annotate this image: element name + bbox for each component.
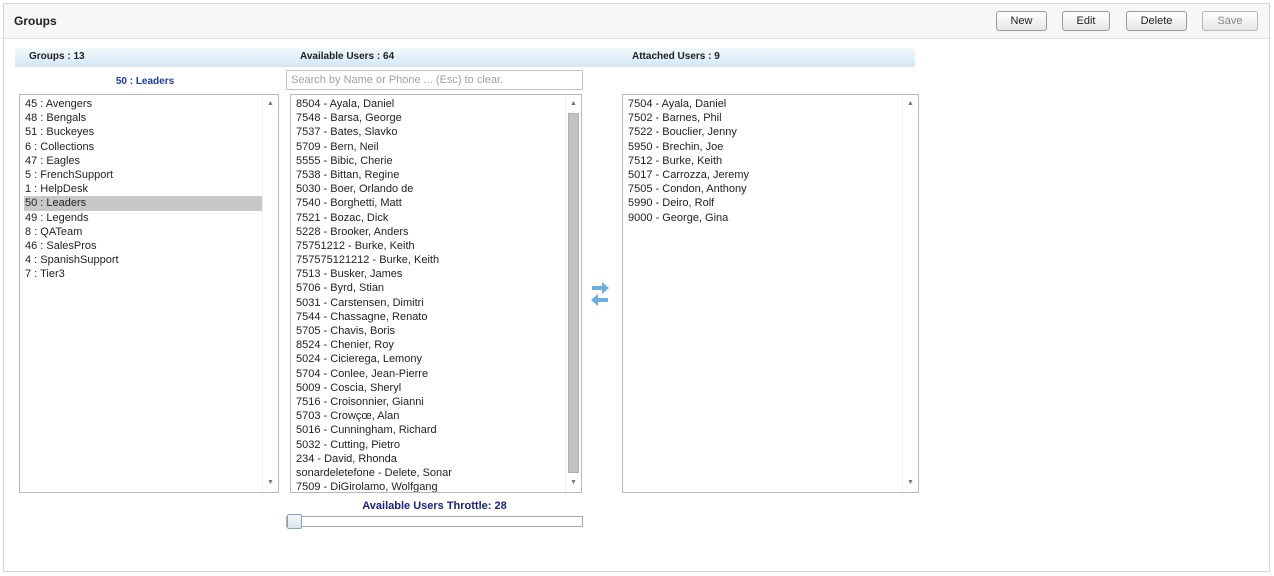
list-item[interactable]: 7502 - Barnes, Phil xyxy=(627,111,902,125)
groups-header-label: Groups xyxy=(29,51,65,62)
list-item[interactable]: 8524 - Chenier, Roy xyxy=(295,338,565,352)
list-item[interactable]: 7521 - Bozac, Dick xyxy=(295,211,565,225)
save-button[interactable]: Save xyxy=(1202,11,1258,31)
list-item[interactable]: 5555 - Bibic, Cherie xyxy=(295,154,565,168)
list-item[interactable]: 1 : HelpDesk xyxy=(24,182,262,196)
list-item[interactable]: 5704 - Conlee, Jean-Pierre xyxy=(295,367,565,381)
list-item[interactable]: sonardeletefone - Delete, Sonar xyxy=(295,466,565,480)
list-item[interactable]: 5703 - Crowçœ, Alan xyxy=(295,409,565,423)
list-item[interactable]: 7 : Tier3 xyxy=(24,267,262,281)
groups-list[interactable]: 45 : Avengers 48 : Bengals 51 : Buckeyes 6 … xyxy=(19,94,279,493)
list-item[interactable]: 234 - David, Rhonda xyxy=(295,452,565,466)
list-item[interactable]: 5990 - Deiro, Rolf xyxy=(627,196,902,210)
scroll-down-icon[interactable]: ▼ xyxy=(263,476,278,490)
page-title: Groups xyxy=(14,14,57,28)
available-users-scrollbar[interactable]: ▲ ▼ xyxy=(565,95,581,492)
groups-header: Groups : 13 xyxy=(29,51,85,62)
list-item[interactable]: 7504 - Ayala, Daniel xyxy=(627,97,902,111)
new-button[interactable]: New xyxy=(996,11,1047,31)
title-bar: Groups New Edit Delete Save xyxy=(4,4,1269,39)
list-item[interactable]: 5031 - Carstensen, Dimitri xyxy=(295,296,565,310)
groups-scrollbar[interactable]: ▲ ▼ xyxy=(262,95,278,492)
edit-button[interactable]: Edit xyxy=(1062,11,1110,31)
available-users-header-label: Available Users xyxy=(300,51,375,62)
list-item[interactable]: 5017 - Carrozza, Jeremy xyxy=(627,168,902,182)
throttle-slider[interactable] xyxy=(286,514,583,529)
scroll-up-icon[interactable]: ▲ xyxy=(903,97,918,111)
list-item[interactable]: 51 : Buckeyes xyxy=(24,125,262,139)
list-item[interactable]: 5705 - Chavis, Boris xyxy=(295,324,565,338)
list-item[interactable]: 49 : Legends xyxy=(24,211,262,225)
list-item[interactable]: 8 : QATeam xyxy=(24,225,262,239)
list-item[interactable]: 5032 - Cutting, Pietro xyxy=(295,438,565,452)
list-item[interactable]: 4 : SpanishSupport xyxy=(24,253,262,267)
throttle-label: Available Users Throttle: 28 xyxy=(362,500,507,512)
list-item[interactable]: 5030 - Boer, Orlando de xyxy=(295,182,565,196)
list-item[interactable]: 8504 - Ayala, Daniel xyxy=(295,97,565,111)
search-input[interactable] xyxy=(286,70,583,90)
list-item[interactable]: 47 : Eagles xyxy=(24,154,262,168)
list-item[interactable]: 9000 - George, Gina xyxy=(627,211,902,225)
list-item[interactable]: 5950 - Brechin, Joe xyxy=(627,140,902,154)
list-item[interactable]: 75751212 - Burke, Keith xyxy=(295,239,565,253)
list-item[interactable]: 5709 - Bern, Neil xyxy=(295,140,565,154)
attached-users-list[interactable]: 7504 - Ayala, Daniel 7502 - Barnes, Phil 7… xyxy=(622,94,919,493)
available-users-list[interactable]: 8504 - Ayala, Daniel 7548 - Barsa, George… xyxy=(290,94,582,493)
available-users-list-items: 8504 - Ayala, Daniel 7548 - Barsa, George… xyxy=(295,97,565,492)
attached-users-scrollbar[interactable]: ▲ ▼ xyxy=(902,95,918,492)
list-item[interactable]: 7538 - Bittan, Regine xyxy=(295,168,565,182)
attached-users-list-items: 7504 - Ayala, Daniel 7502 - Barnes, Phil 7… xyxy=(627,97,902,225)
scroll-up-icon[interactable]: ▲ xyxy=(566,97,581,111)
list-item[interactable]: 7505 - Condon, Anthony xyxy=(627,182,902,196)
list-item[interactable]: 5228 - Brooker, Anders xyxy=(295,225,565,239)
list-item[interactable]: 5016 - Cunningham, Richard xyxy=(295,423,565,437)
scroll-down-icon[interactable]: ▼ xyxy=(903,476,918,490)
transfer-arrows-icon[interactable] xyxy=(590,279,610,309)
list-item[interactable]: 6 : Collections xyxy=(24,140,262,154)
list-item[interactable]: 757575121212 - Burke, Keith xyxy=(295,253,565,267)
scroll-up-icon[interactable]: ▲ xyxy=(263,97,278,111)
attached-users-header-label: Attached Users xyxy=(632,51,706,62)
list-item[interactable]: 7522 - Bouclier, Jenny xyxy=(627,125,902,139)
list-item[interactable]: 7540 - Borghetti, Matt xyxy=(295,196,565,210)
column-header-strip xyxy=(15,48,915,67)
available-users-header: Available Users : 64 xyxy=(300,51,395,62)
attached-users-header: Attached Users : 9 xyxy=(632,51,720,62)
list-item[interactable]: 5 : FrenchSupport xyxy=(24,168,262,182)
list-item[interactable]: 7537 - Bates, Slavko xyxy=(295,125,565,139)
throttle-slider-handle[interactable] xyxy=(287,514,302,529)
list-item[interactable]: 7513 - Busker, James xyxy=(295,267,565,281)
transfer-arrows-svg xyxy=(591,282,609,306)
list-item[interactable]: 7516 - Croisonnier, Gianni xyxy=(295,395,565,409)
list-item[interactable]: 7512 - Burke, Keith xyxy=(627,154,902,168)
list-item[interactable]: 7544 - Chassagne, Renato xyxy=(295,310,565,324)
list-item[interactable]: 46 : SalesPros xyxy=(24,239,262,253)
groups-list-items: 45 : Avengers 48 : Bengals 51 : Buckeyes 6 … xyxy=(24,97,262,281)
groups-count: 13 xyxy=(73,51,85,62)
attached-users-count: 9 xyxy=(714,51,720,62)
list-item[interactable]: 48 : Bengals xyxy=(24,111,262,125)
list-item[interactable]: 50 : Leaders xyxy=(24,196,262,211)
list-item[interactable]: 5706 - Byrd, Stian xyxy=(295,281,565,295)
selected-group-label: 50 : Leaders xyxy=(115,76,175,87)
delete-button[interactable]: Delete xyxy=(1126,11,1187,31)
list-item[interactable]: 7548 - Barsa, George xyxy=(295,111,565,125)
scroll-thumb[interactable] xyxy=(568,113,579,473)
list-item[interactable]: 45 : Avengers xyxy=(24,97,262,111)
list-item[interactable]: 5024 - Cicierega, Lemony xyxy=(295,352,565,366)
list-item[interactable]: 5009 - Coscia, Sheryl xyxy=(295,381,565,395)
list-item[interactable]: 7509 - DiGirolamo, Wolfgang xyxy=(295,480,565,492)
scroll-down-icon[interactable]: ▼ xyxy=(566,476,581,490)
available-users-count: 64 xyxy=(383,51,395,62)
